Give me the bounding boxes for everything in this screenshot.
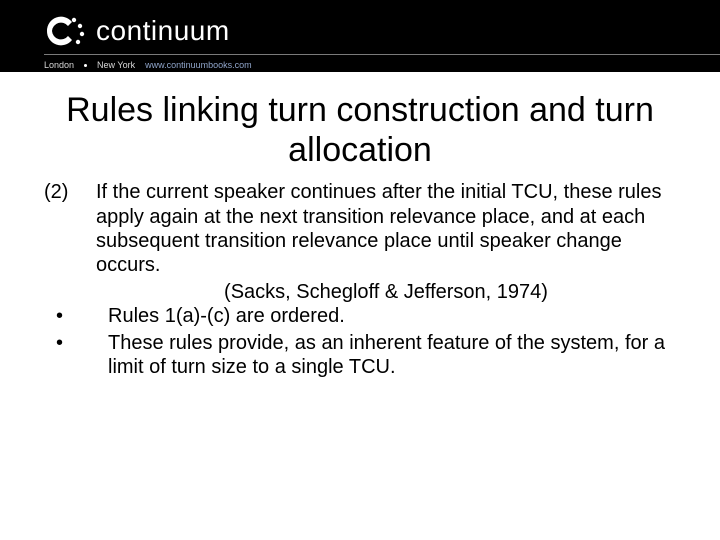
header-divider (44, 54, 720, 55)
footer-url: www.continuumbooks.com (145, 60, 252, 70)
header-footer: London New York www.continuumbooks.com (44, 60, 252, 70)
slide-body: Rules linking turn construction and turn… (0, 72, 720, 379)
item-text: If the current speaker continues after t… (96, 180, 680, 278)
footer-city-2: New York (97, 60, 135, 70)
numbered-item: (2) If the current speaker continues aft… (40, 180, 680, 278)
bullet-text: These rules provide, as an inherent feat… (108, 331, 680, 380)
slide-content: (2) If the current speaker continues aft… (40, 180, 680, 379)
bullet-item: • These rules provide, as an inherent fe… (40, 331, 680, 380)
bullet-icon: • (40, 304, 108, 328)
brand-name: continuum (96, 15, 230, 47)
brand-logo: continuum (44, 14, 230, 48)
bullet-text: Rules 1(a)-(c) are ordered. (108, 304, 680, 328)
brand-logo-icon (44, 14, 86, 48)
bullet-icon: • (40, 331, 108, 380)
dot-separator-icon (84, 64, 87, 67)
slide-title: Rules linking turn construction and turn… (40, 90, 680, 170)
citation-line: (Sacks, Schegloff & Jefferson, 1974) (92, 280, 680, 304)
bullet-item: • Rules 1(a)-(c) are ordered. (40, 304, 680, 328)
footer-city-1: London (44, 60, 74, 70)
header-bar: continuum London New York www.continuumb… (0, 0, 720, 72)
item-marker: (2) (40, 180, 96, 278)
